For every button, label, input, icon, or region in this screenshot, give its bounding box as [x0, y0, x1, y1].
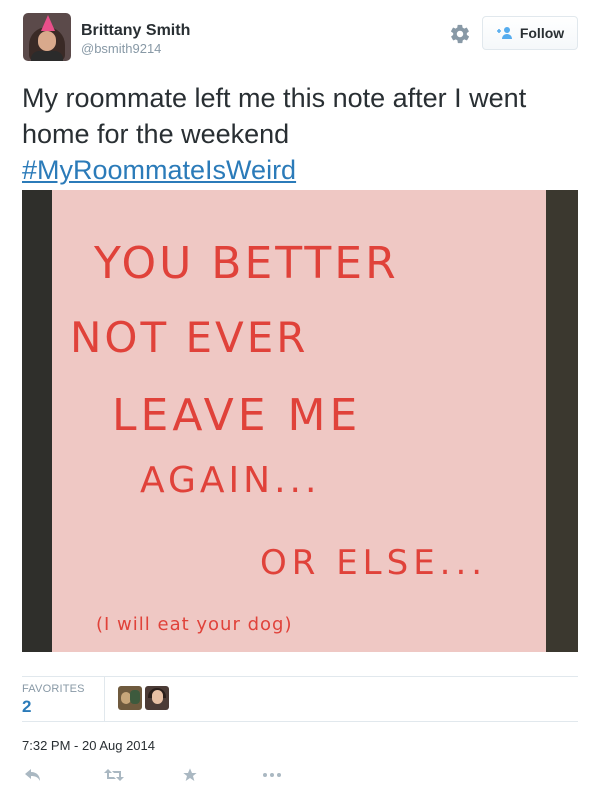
more-icon[interactable] [262, 762, 282, 788]
star-icon[interactable] [182, 762, 198, 788]
tweet-header: Brittany Smith @bsmith9214 Follow [0, 0, 600, 70]
user-name[interactable]: Brittany Smith [81, 22, 190, 40]
stats-separator [104, 676, 105, 721]
note-line: OR ELSE... [260, 543, 487, 583]
tweet-timestamp[interactable]: 7:32 PM - 20 Aug 2014 [22, 738, 155, 753]
tweet-photo[interactable]: YOU BETTER NOT EVER LEAVE ME AGAIN... OR… [22, 190, 578, 652]
add-person-icon [496, 27, 512, 39]
divider [22, 721, 578, 722]
follow-label: Follow [519, 25, 565, 41]
note-line: YOU BETTER [93, 238, 399, 289]
tweet-actions [0, 762, 600, 790]
note-line: NOT EVER [70, 313, 308, 362]
hashtag-link[interactable]: #MyRoommateIsWeird [22, 152, 582, 188]
note-line: LEAVE ME [112, 390, 361, 441]
favoriter-avatar[interactable] [145, 686, 169, 710]
favorites-count[interactable]: 2 [22, 697, 31, 717]
avatar[interactable] [23, 13, 71, 61]
divider [22, 676, 578, 677]
gear-icon[interactable] [448, 23, 472, 45]
note-line: AGAIN... [140, 460, 320, 501]
reply-icon[interactable] [24, 762, 42, 788]
note-line: (I will eat your dog) [96, 614, 292, 635]
retweet-icon[interactable] [104, 762, 124, 788]
follow-button[interactable]: Follow [482, 16, 578, 50]
tweet-text: My roommate left me this note after I we… [22, 80, 582, 188]
gear-icon-svg [450, 24, 470, 44]
tweet-body: My roommate left me this note after I we… [22, 83, 527, 149]
favoriter-avatar[interactable] [118, 686, 142, 710]
note-text-svg: YOU BETTER NOT EVER LEAVE ME AGAIN... OR… [70, 238, 487, 635]
favorites-label[interactable]: FAVORITES [22, 683, 85, 695]
user-handle[interactable]: @bsmith9214 [81, 41, 161, 56]
